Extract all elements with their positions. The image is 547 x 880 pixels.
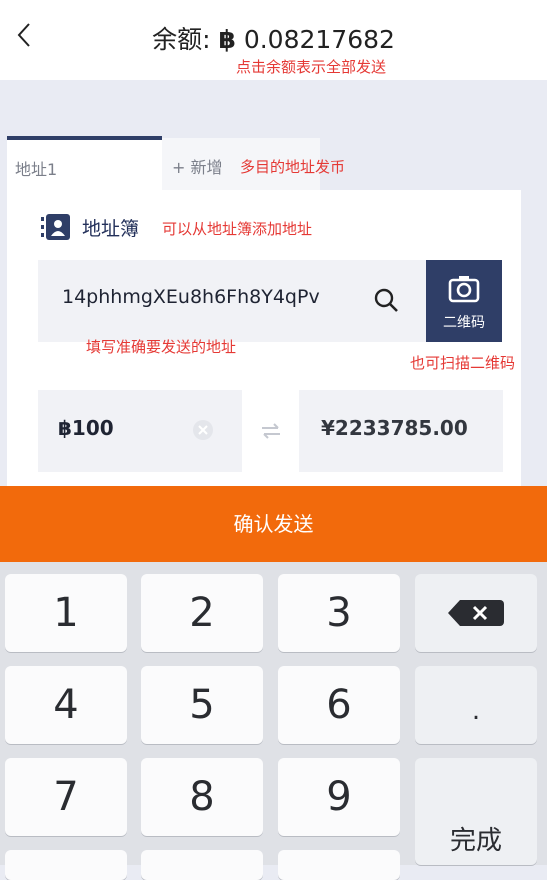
key-1[interactable]: 1 <box>5 574 127 652</box>
key-row4-middle[interactable] <box>141 850 263 880</box>
numeric-keyboard: 1 2 3 4 5 6 . 7 8 9 完成 <box>0 562 547 880</box>
confirm-send-button[interactable]: 确认发送 <box>0 486 547 562</box>
tab-address-1[interactable]: 地址1 <box>7 136 162 192</box>
address-input[interactable]: 14phhmgXEu8h6Fh8Y4qPv <box>62 286 340 308</box>
backspace-key[interactable] <box>415 574 537 652</box>
key-3[interactable]: 3 <box>278 574 400 652</box>
search-icon[interactable] <box>372 286 400 314</box>
key-6[interactable]: 6 <box>278 666 400 744</box>
key-9[interactable]: 9 <box>278 758 400 836</box>
key-dot[interactable]: . <box>415 666 537 744</box>
balance-display[interactable]: 余额: ฿ 0.08217682 <box>0 20 547 56</box>
backspace-icon <box>448 600 504 626</box>
qr-note: 也可扫描二维码 <box>410 354 516 372</box>
tabs-note: 多目的地址发币 <box>240 158 346 176</box>
scan-qr-label: 二维码 <box>443 315 485 331</box>
address-book-note: 可以从地址簿添加地址 <box>162 220 313 238</box>
cny-amount-input[interactable]: ¥2233785.00 <box>321 416 468 440</box>
clear-circle-icon[interactable] <box>192 419 214 441</box>
btc-amount-input[interactable]: ฿100 <box>58 416 114 440</box>
balance-note: 点击余额表示全部发送 <box>236 58 387 76</box>
camera-icon <box>448 276 480 303</box>
swap-arrows-icon <box>258 420 284 442</box>
address-book-label[interactable]: 地址簿 <box>82 214 139 241</box>
tab-address-1-label: 地址1 <box>15 160 58 179</box>
key-7[interactable]: 7 <box>5 758 127 836</box>
address-note: 填写准确要发送的地址 <box>86 338 237 356</box>
key-4[interactable]: 4 <box>5 666 127 744</box>
key-8[interactable]: 8 <box>141 758 263 836</box>
done-key-label: 完成 <box>449 826 502 856</box>
tab-add-new-label: + 新增 <box>172 158 223 177</box>
key-5[interactable]: 5 <box>141 666 263 744</box>
done-key[interactable]: 完成 <box>415 758 537 865</box>
balance-currency: ฿ <box>218 25 236 54</box>
balance-label: 余额: <box>152 25 211 54</box>
contact-book-icon[interactable] <box>38 212 72 242</box>
key-row4-right[interactable] <box>278 850 400 880</box>
key-row4-left[interactable] <box>5 850 127 880</box>
balance-amount: 0.08217682 <box>243 25 395 54</box>
key-2[interactable]: 2 <box>141 574 263 652</box>
scan-qr-button[interactable]: 二维码 <box>426 260 502 342</box>
